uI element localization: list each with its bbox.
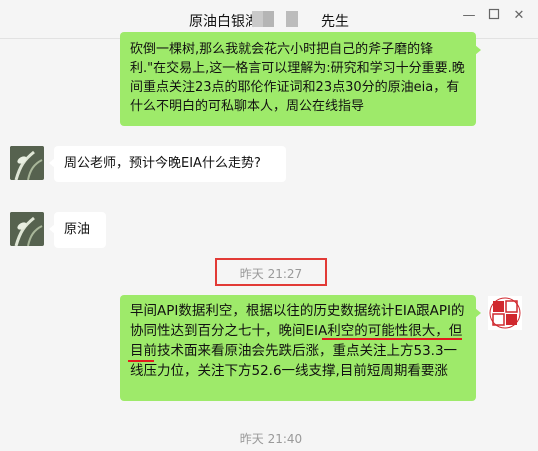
message-text: 周公老师，预计今晚EIA什么走势? [64, 156, 261, 171]
message-text: 砍倒一棵树,那么我就会花六小时把自己的斧子磨的锋利."在交易上,这一格言可以理解… [130, 42, 465, 114]
message-bubble-other: 周公老师，预计今晚EIA什么走势? [49, 146, 286, 182]
message-bubble-other: 原油 [49, 212, 106, 248]
redaction-mosaic [252, 11, 274, 27]
close-icon[interactable]: ✕ [511, 8, 527, 24]
message-text-highlight: 晚间EIA利空的可能性很大 [278, 323, 436, 339]
seal-logo-icon [488, 296, 522, 330]
avatar[interactable] [10, 212, 44, 246]
message-bubble-self: 砍倒一棵树,那么我就会花六小时把自己的斧子磨的锋利."在交易上,这一格言可以理解… [120, 32, 481, 126]
avatar-seal[interactable] [488, 296, 522, 330]
timestamp: 昨天 21:27 [239, 267, 303, 281]
timestamp: 昨天 21:40 [239, 432, 303, 446]
maximize-icon[interactable] [486, 8, 502, 24]
avatar[interactable] [10, 146, 44, 180]
highlight-underline [128, 360, 154, 362]
minimize-icon[interactable]: — [461, 8, 477, 24]
message-text: 原油 [64, 222, 91, 237]
redaction-mosaic [286, 11, 298, 27]
highlight-underline [322, 338, 462, 340]
message-bubble-self: 早间API数据利空，根据以往的历史数据统计EIA跟API的协同性达到百分之七十，… [120, 295, 481, 401]
